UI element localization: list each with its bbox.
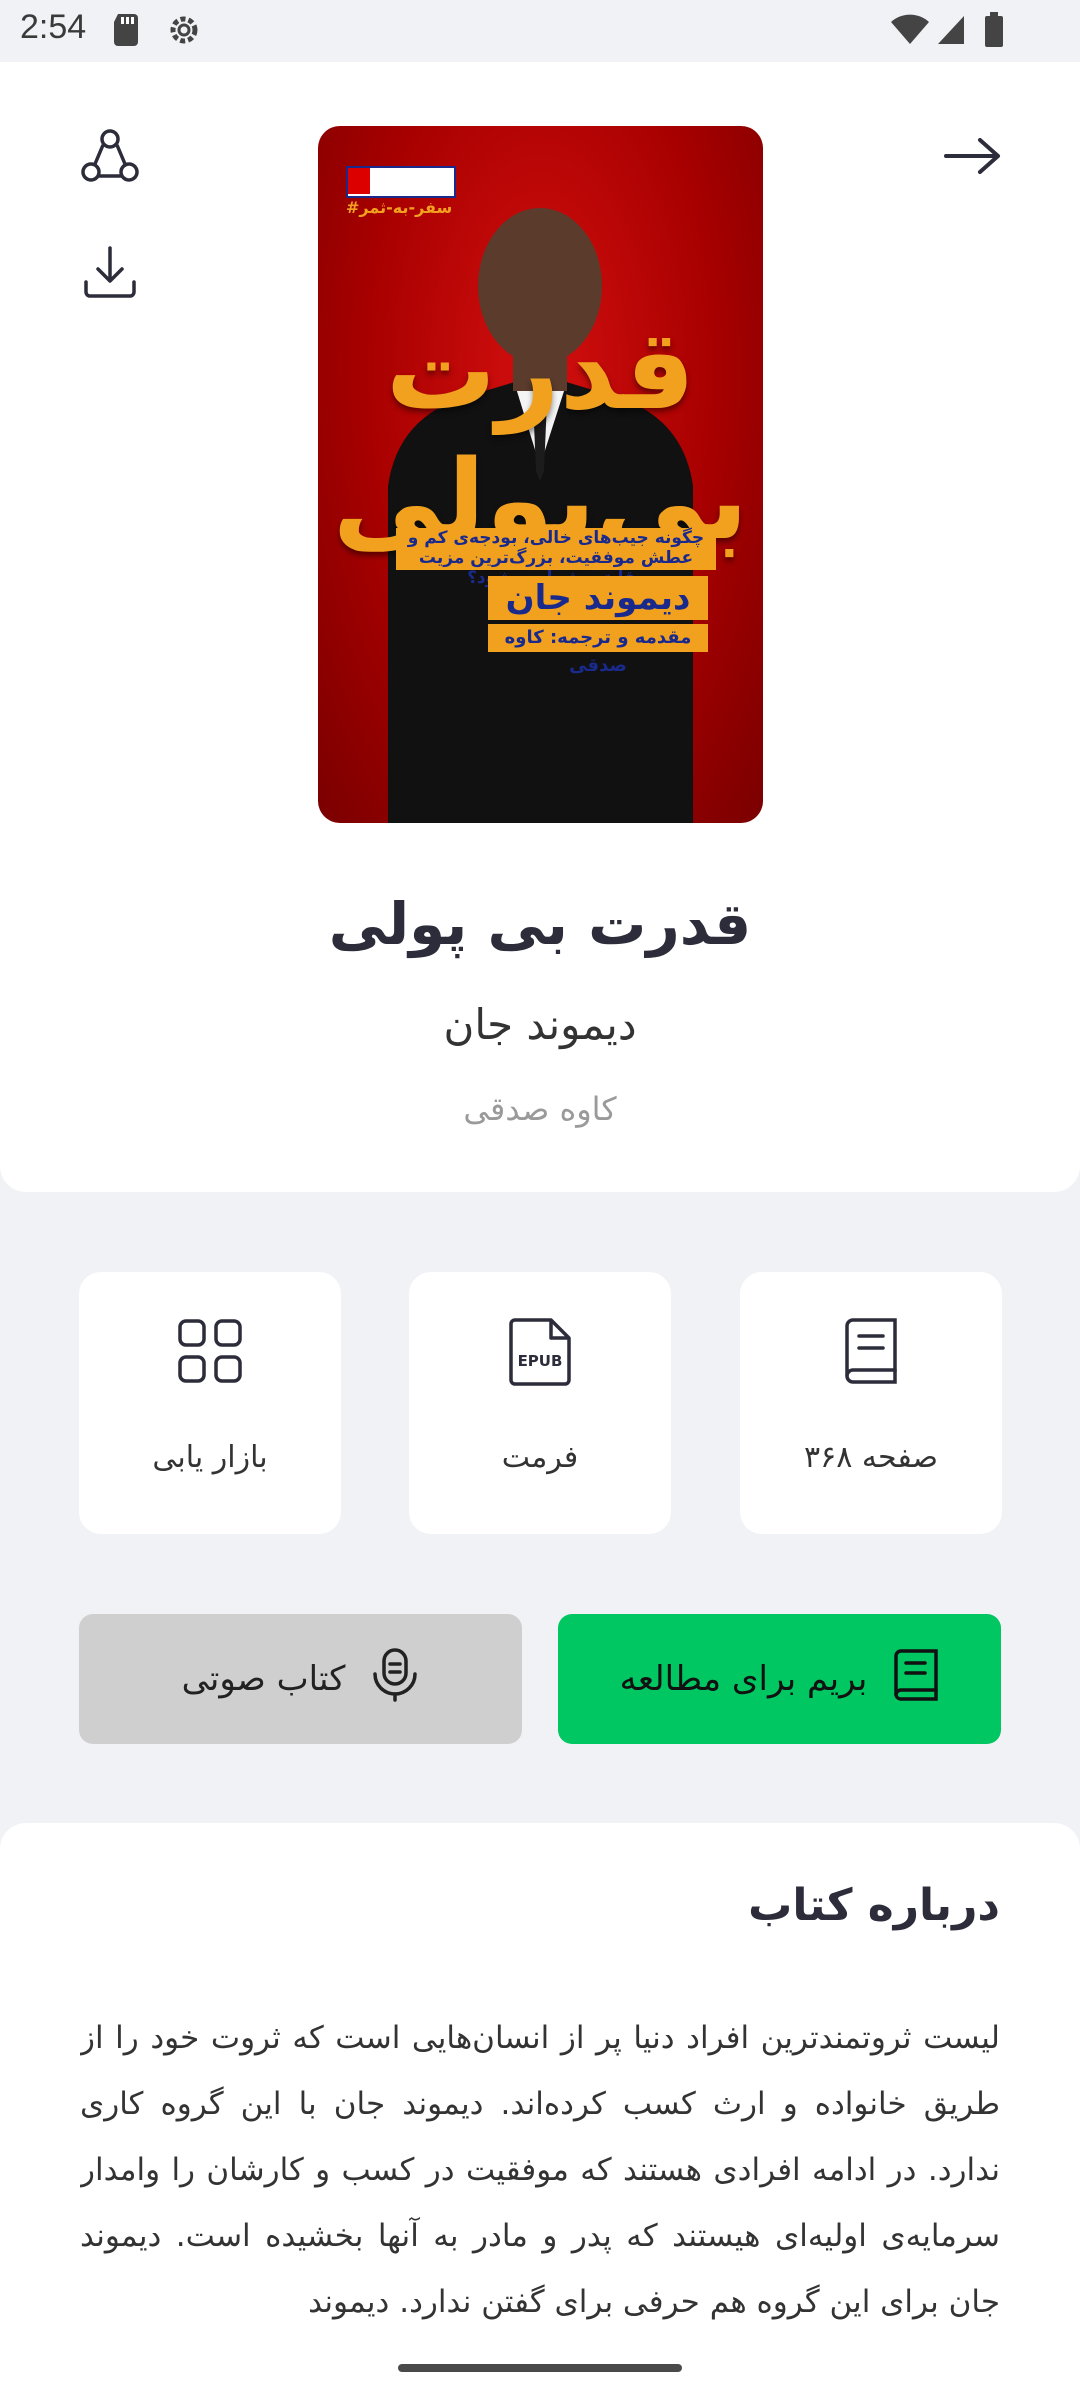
epub-icon-text: EPUB	[518, 1352, 563, 1370]
cover-author: دیموند جان	[488, 576, 708, 620]
arrow-right-icon	[942, 136, 1002, 180]
about-title: درباره کتاب	[748, 1880, 1000, 1931]
category-label: بازار یابی	[152, 1440, 268, 1475]
audiobook-button-label: کتاب صوتی	[181, 1659, 346, 1699]
format-card: EPUB فرمت	[409, 1272, 671, 1534]
audiobook-button[interactable]: کتاب صوتی	[79, 1614, 522, 1744]
category-card[interactable]: بازار یابی	[79, 1272, 341, 1534]
format-label: فرمت	[501, 1440, 579, 1475]
settings-gear-icon	[166, 12, 202, 52]
book-pages-icon	[740, 1318, 1002, 1384]
home-indicator[interactable]	[398, 2364, 682, 2372]
read-button-label: بریم برای مطالعه	[619, 1659, 868, 1699]
category-grid-icon	[79, 1318, 341, 1384]
signal-icon	[936, 14, 966, 50]
book-author[interactable]: دیموند جان	[0, 1000, 1080, 1049]
battery-icon	[984, 12, 1004, 52]
download-button[interactable]	[70, 234, 150, 314]
book-open-icon	[893, 1648, 939, 1710]
book-translator[interactable]: کاوه صدقی	[0, 1090, 1080, 1128]
sd-card-icon	[112, 12, 140, 50]
download-icon	[80, 242, 140, 306]
cover-translator: مقدمه و ترجمه: کاوه صدقی	[488, 624, 708, 676]
about-body: لیست ثروتمندترین افراد دنیا پر از انسان‌…	[80, 2020, 1000, 2320]
book-cover-image: #سفر-به-ثمر قدرت بی‌پولی چگونه جیب‌های خ…	[318, 126, 763, 823]
share-icon	[80, 126, 140, 190]
cover-subtitle: چگونه جیب‌های خالی، بودجه‌ی کم و عطش موف…	[396, 528, 716, 588]
pages-card: ۳۶۸ صفحه	[740, 1272, 1002, 1534]
book-title: قدرت بی پولی	[328, 890, 752, 958]
wifi-icon	[890, 14, 930, 50]
pages-label: ۳۶۸ صفحه	[804, 1440, 938, 1475]
back-button[interactable]	[932, 118, 1012, 198]
read-button[interactable]: بریم برای مطالعه	[558, 1614, 1001, 1744]
epub-file-icon: EPUB	[409, 1318, 671, 1386]
cover-title-line1: قدرت	[385, 306, 696, 434]
status-time: 2:54	[20, 8, 87, 46]
microphone-icon	[371, 1647, 419, 1711]
status-bar: 2:54	[0, 0, 1080, 62]
share-button[interactable]	[70, 118, 150, 198]
